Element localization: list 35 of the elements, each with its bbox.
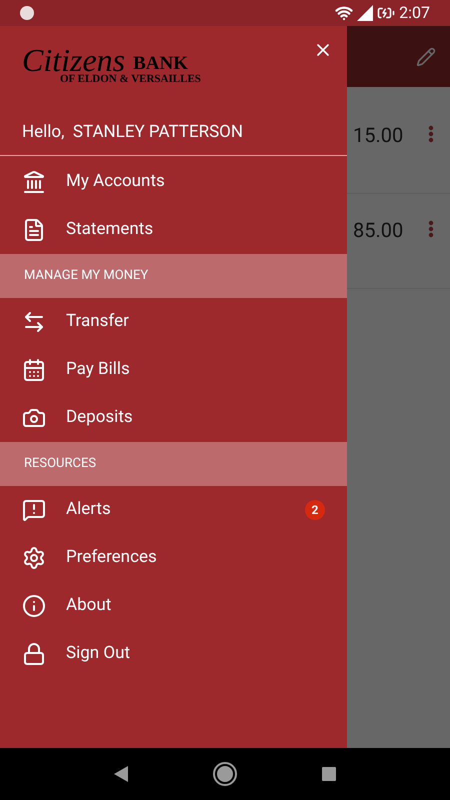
amount-text: 85.00 xyxy=(353,217,404,244)
menu-item[interactable]: Statements xyxy=(0,206,347,254)
menu-item[interactable]: My Accounts xyxy=(0,158,347,206)
menu-item[interactable]: Sign Out xyxy=(0,630,347,678)
lock-icon xyxy=(22,642,46,666)
camera-icon xyxy=(22,406,46,430)
clock: 2:07 xyxy=(399,2,430,24)
edit-icon xyxy=(416,46,436,66)
calendar-icon xyxy=(22,358,46,382)
menu-item[interactable]: Pay Bills xyxy=(0,346,347,394)
bank-icon xyxy=(22,170,46,194)
home-icon[interactable] xyxy=(214,764,235,784)
section-header: MANAGE MY MONEY xyxy=(0,254,347,298)
more-icon xyxy=(428,220,434,238)
document-icon xyxy=(22,218,46,242)
settings-icon xyxy=(22,546,46,570)
count-badge: 2 xyxy=(305,500,325,520)
menu-item[interactable]: Preferences xyxy=(0,534,347,582)
notification-icon xyxy=(20,6,34,20)
amount-text: 15.00 xyxy=(353,122,404,149)
more-icon xyxy=(428,125,434,143)
alert-icon xyxy=(22,498,46,522)
menu-item[interactable]: Deposits xyxy=(0,394,347,442)
arrows-icon xyxy=(22,310,46,334)
menu-item[interactable]: Alerts 2 xyxy=(0,486,347,534)
recents-icon[interactable] xyxy=(322,767,336,781)
wifi-icon xyxy=(335,4,354,22)
menu-item[interactable]: Transfer xyxy=(0,298,347,346)
section-header: RESOURCES xyxy=(0,442,347,486)
greeting-text: Hello, STANLEY PATTERSON xyxy=(22,120,244,144)
bank-logo: Citizens BANK OF ELDON & VERSAILLES xyxy=(22,44,201,85)
back-icon[interactable] xyxy=(114,766,128,782)
info-icon xyxy=(22,594,46,618)
signal-icon xyxy=(357,5,374,21)
menu-item[interactable]: About xyxy=(0,582,347,630)
